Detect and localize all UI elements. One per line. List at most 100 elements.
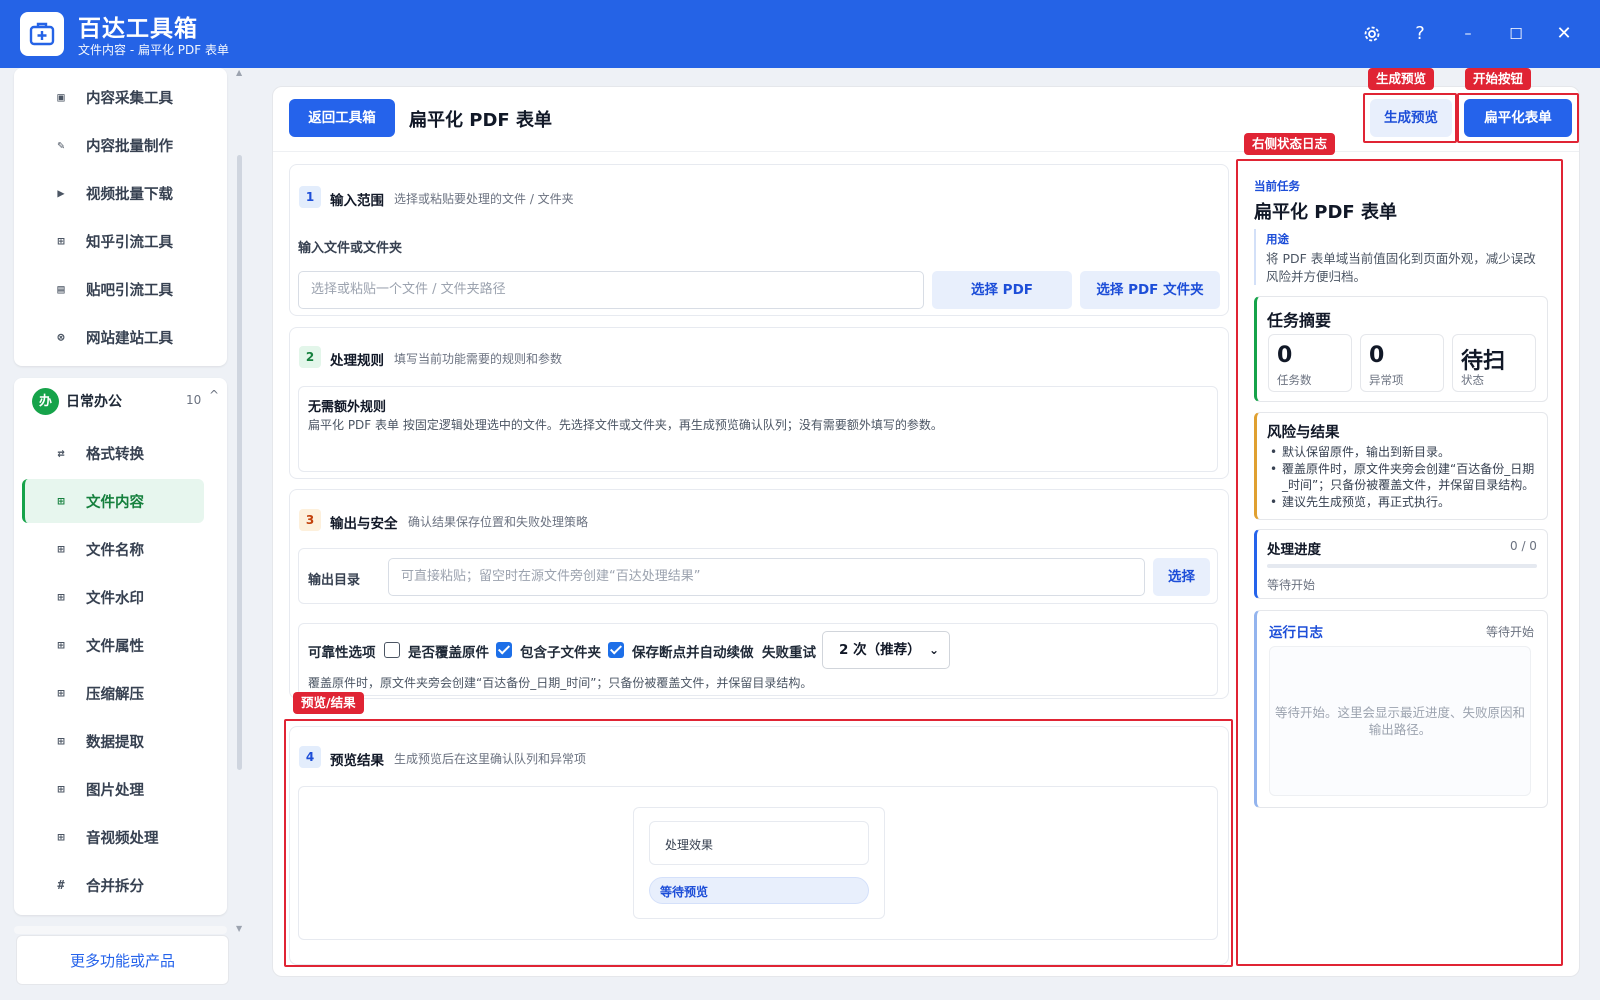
scroll-up-arrow-icon[interactable]: ▲ bbox=[236, 68, 242, 77]
output-dir-field[interactable]: 可直接粘贴；留空时在源文件旁创建“百达处理结果” bbox=[388, 558, 1145, 596]
header-divider bbox=[273, 151, 1579, 152]
sidebar-scrollbar[interactable] bbox=[237, 155, 242, 770]
bullet-icon: • bbox=[1270, 462, 1278, 476]
close-icon[interactable]: ✕ bbox=[1550, 20, 1578, 48]
step-title: 预览结果 bbox=[330, 753, 384, 769]
back-to-toolbox-button[interactable]: 返回工具箱 bbox=[289, 99, 395, 137]
sidebar-item-icon: ⇄ bbox=[57, 446, 65, 460]
sidebar-item-label: 压缩解压 bbox=[86, 686, 144, 703]
input-path-field[interactable]: 选择或粘贴一个文件 / 文件夹路径 bbox=[298, 271, 924, 309]
sidebar-group-header[interactable]: 办 日常办公 10 ^ bbox=[14, 378, 227, 424]
rule-description: 扁平化 PDF 表单 按固定逻辑处理选中的文件。先选择文件或文件夹，再生成预览确… bbox=[308, 418, 943, 432]
log-placeholder: 等待开始。这里会显示最近进度、失败原因和输出路径。 bbox=[1274, 705, 1525, 737]
risk-item-text: 覆盖原件时，原文件夹旁会创建“百达备份_日期_时间”；只备份被覆盖文件，并保留目… bbox=[1282, 462, 1535, 492]
step-number: 2 bbox=[299, 346, 321, 368]
generate-preview-button[interactable]: 生成预览 bbox=[1370, 99, 1452, 137]
select-output-button[interactable]: 选择 bbox=[1153, 558, 1210, 596]
flatten-form-button[interactable]: 扁平化表单 bbox=[1464, 99, 1572, 137]
sidebar-item-tool-3[interactable]: ⊞ 知乎引流工具 bbox=[22, 219, 204, 263]
sidebar-item-office-7[interactable]: ⊞ 图片处理 bbox=[22, 767, 204, 811]
resume-label: 保存断点并自动续做 bbox=[632, 645, 754, 661]
app-subtitle: 文件内容 - 扁平化 PDF 表单 bbox=[78, 43, 229, 57]
sidebar-item-icon: # bbox=[57, 878, 65, 892]
stat-tile: 0 任务数 bbox=[1268, 334, 1352, 392]
title-bar: 百达工具箱 文件内容 - 扁平化 PDF 表单 ? – ☐ ✕ bbox=[0, 0, 1600, 68]
chevron-up-icon[interactable]: ^ bbox=[209, 388, 219, 402]
stat-value: 0 bbox=[1369, 343, 1385, 368]
current-task-label: 当前任务 bbox=[1254, 179, 1300, 193]
sidebar-item-office-0[interactable]: ⇄ 格式转换 bbox=[22, 431, 204, 475]
stat-label: 任务数 bbox=[1277, 373, 1312, 387]
maximize-icon[interactable]: ☐ bbox=[1502, 20, 1530, 48]
sidebar-item-label: 格式转换 bbox=[86, 446, 144, 463]
sidebar-item-office-8[interactable]: ⊞ 音视频处理 bbox=[22, 815, 204, 859]
annotation-tag-start: 开始按钮 bbox=[1465, 68, 1532, 90]
overwrite-label: 是否覆盖原件 bbox=[408, 645, 489, 661]
help-icon[interactable]: ? bbox=[1406, 20, 1434, 48]
sidebar-item-icon: ⊞ bbox=[57, 494, 65, 508]
stat-tile: 待扫 状态 bbox=[1452, 334, 1536, 392]
purpose-label: 用途 bbox=[1266, 232, 1289, 246]
sidebar-item-tool-5[interactable]: ⊗ 网站建站工具 bbox=[22, 315, 204, 359]
step-number: 4 bbox=[299, 746, 321, 768]
sidebar-item-label: 文件名称 bbox=[86, 542, 144, 559]
risk-item-text: 建议先生成预览，再正式执行。 bbox=[1282, 495, 1451, 509]
sidebar-item-office-1[interactable]: ⊞ 文件内容 bbox=[22, 479, 204, 523]
overwrite-checkbox[interactable] bbox=[384, 642, 400, 658]
group-icon: 办 bbox=[32, 388, 59, 415]
sidebar-item-tool-2[interactable]: ▶ 视频批量下载 bbox=[22, 171, 204, 215]
sidebar-item-icon: ⊗ bbox=[57, 330, 65, 344]
sidebar-item-tool-1[interactable]: ✎ 内容批量制作 bbox=[22, 123, 204, 167]
sidebar-item-icon: ▶ bbox=[57, 186, 65, 200]
chevron-down-icon: ⌄ bbox=[928, 643, 939, 657]
log-title: 运行日志 bbox=[1269, 625, 1323, 641]
more-products-button[interactable]: 更多功能或产品 bbox=[16, 935, 229, 985]
include-subfolders-label: 包含子文件夹 bbox=[520, 645, 601, 661]
sidebar-item-office-6[interactable]: ⊞ 数据提取 bbox=[22, 719, 204, 763]
rule-title: 无需额外规则 bbox=[308, 400, 387, 415]
sidebar-item-label: 数据提取 bbox=[86, 734, 144, 751]
purpose-accent bbox=[1254, 229, 1256, 285]
bullet-icon: • bbox=[1270, 445, 1278, 459]
progress-count: 0 / 0 bbox=[1510, 539, 1537, 553]
page-title: 扁平化 PDF 表单 bbox=[409, 110, 552, 131]
minimize-icon[interactable]: – bbox=[1454, 20, 1482, 48]
select-pdf-button[interactable]: 选择 PDF bbox=[932, 271, 1072, 309]
scroll-down-arrow-icon[interactable]: ▼ bbox=[236, 924, 242, 933]
annotation-tag-results: 预览/结果 bbox=[293, 692, 364, 714]
progress-bar-track bbox=[1267, 564, 1537, 568]
sidebar-item-icon: ⊞ bbox=[57, 686, 65, 700]
sidebar-item-icon: ▣ bbox=[57, 90, 65, 104]
sidebar-item-label: 文件属性 bbox=[86, 638, 144, 655]
sidebar-item-office-9[interactable]: # 合并拆分 bbox=[22, 863, 204, 907]
toolbox-icon bbox=[20, 12, 64, 56]
stat-label: 状态 bbox=[1461, 373, 1484, 387]
annotation-tag-status: 右侧状态日志 bbox=[1244, 133, 1336, 155]
step-title: 处理规则 bbox=[330, 353, 384, 369]
select-pdf-folder-button[interactable]: 选择 PDF 文件夹 bbox=[1080, 271, 1220, 309]
sidebar-item-label: 内容采集工具 bbox=[86, 90, 173, 107]
sidebar-item-office-4[interactable]: ⊞ 文件属性 bbox=[22, 623, 204, 667]
sidebar-item-label: 内容批量制作 bbox=[86, 138, 173, 155]
retry-select[interactable]: 2 次（推荐） ⌄ bbox=[822, 631, 950, 669]
sidebar-item-icon: ⊞ bbox=[57, 590, 65, 604]
include-subfolders-checkbox[interactable] bbox=[496, 642, 512, 658]
sidebar-item-office-2[interactable]: ⊞ 文件名称 bbox=[22, 527, 204, 571]
progress-title: 处理进度 bbox=[1267, 542, 1321, 558]
stat-label: 异常项 bbox=[1369, 373, 1404, 387]
sidebar-item-tool-0[interactable]: ▣ 内容采集工具 bbox=[22, 75, 204, 119]
effect-label: 处理效果 bbox=[665, 838, 714, 852]
app-title: 百达工具箱 bbox=[78, 16, 198, 42]
sidebar-item-office-3[interactable]: ⊞ 文件水印 bbox=[22, 575, 204, 619]
sidebar-item-tool-4[interactable]: ▤ 贴吧引流工具 bbox=[22, 267, 204, 311]
resume-checkbox[interactable] bbox=[608, 642, 624, 658]
stat-tile: 0 异常项 bbox=[1360, 334, 1444, 392]
purpose-text: 将 PDF 表单域当前值固化到页面外观，减少误改风险并方便归档。 bbox=[1266, 251, 1536, 284]
gear-icon[interactable] bbox=[1358, 20, 1386, 48]
risk-item: • 覆盖原件时，原文件夹旁会创建“百达备份_日期_时间”；只备份被覆盖文件，并保留… bbox=[1268, 461, 1536, 493]
sidebar-item-label: 图片处理 bbox=[86, 782, 144, 799]
step-desc: 生成预览后在这里确认队列和异常项 bbox=[394, 752, 587, 766]
sidebar-item-icon: ⊞ bbox=[57, 782, 65, 796]
sidebar-item-office-5[interactable]: ⊞ 压缩解压 bbox=[22, 671, 204, 715]
sidebar-item-label: 贴吧引流工具 bbox=[86, 282, 173, 299]
